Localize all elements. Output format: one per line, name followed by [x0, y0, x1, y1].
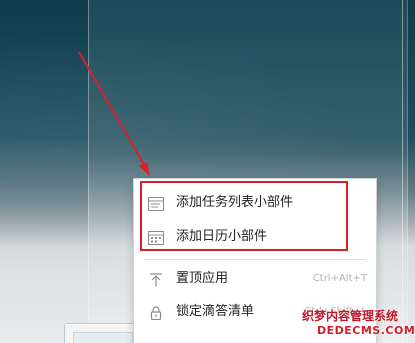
annotation-highlight-box — [140, 181, 348, 251]
pin-top-icon — [148, 272, 164, 287]
menu-item-shortcut: Ctrl+Alt+T — [312, 273, 367, 284]
window-edge — [402, 0, 403, 343]
menu-item-pin-to-top[interactable]: 置顶应用 Ctrl+Alt+T — [134, 263, 376, 295]
lock-icon — [148, 305, 164, 321]
taskbar-window-preview — [73, 332, 133, 343]
desktop-screen: 添加任务列表小部件 添加日历小部件 置顶应用 Ctrl+Alt+T 锁定滴答清单… — [0, 0, 415, 343]
watermark-site-name: 织梦内容管理系统 — [302, 309, 399, 323]
watermark-domain: DEDECMS.COM — [317, 324, 415, 337]
menu-item-label: 锁定滴答清单 — [176, 304, 255, 319]
menu-item-label: 置顶应用 — [176, 271, 229, 286]
taskbar-window-thumbnail[interactable] — [64, 323, 140, 343]
menu-separator — [144, 259, 366, 260]
